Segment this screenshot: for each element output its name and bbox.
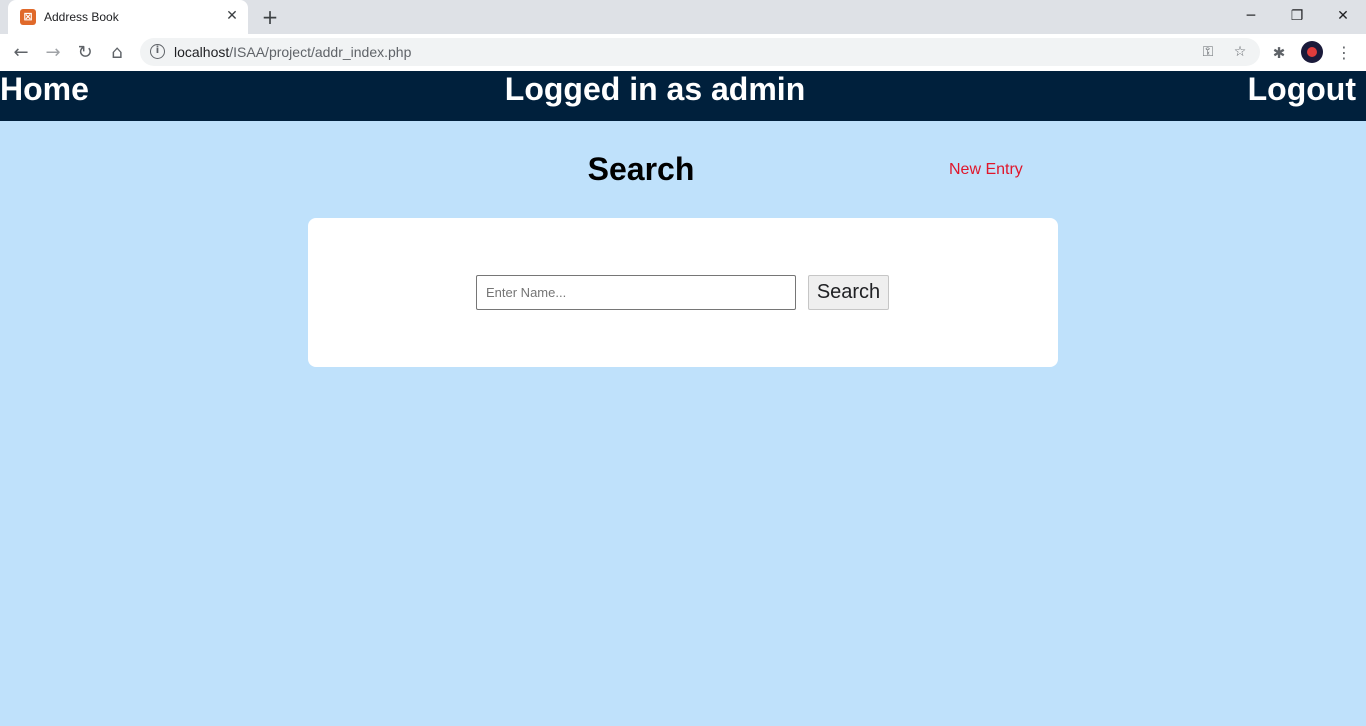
home-icon[interactable]: ⌂ xyxy=(104,40,130,66)
logout-link[interactable]: Logout xyxy=(1248,71,1356,107)
bookmark-star-icon[interactable]: ☆ xyxy=(1230,42,1250,62)
reload-icon[interactable]: ↻ xyxy=(72,40,98,66)
close-tab-icon[interactable]: ✕ xyxy=(224,8,240,24)
restore-window-icon[interactable]: ❐ xyxy=(1274,2,1320,30)
login-status: Logged in as admin xyxy=(504,71,806,107)
tab-title: Address Book xyxy=(44,10,119,24)
page-title: Search xyxy=(587,151,695,187)
browser-toolbar: ← → ↻ ⌂ i localhost/ISAA/project/addr_in… xyxy=(0,34,1366,71)
url-host: localhost xyxy=(174,44,230,60)
new-tab-icon[interactable]: + xyxy=(258,6,282,28)
search-card: Search xyxy=(308,218,1058,367)
url-path: /ISAA/project/addr_index.php xyxy=(229,44,412,60)
xampp-icon: ⊠ xyxy=(20,9,36,25)
address-bar[interactable]: i localhost/ISAA/project/addr_index.php … xyxy=(140,38,1260,66)
close-window-icon[interactable]: ✕ xyxy=(1320,2,1366,30)
minimize-window-icon[interactable]: ─ xyxy=(1228,2,1274,30)
search-button[interactable]: Search xyxy=(808,275,889,310)
extensions-puzzle-icon[interactable]: ✱ xyxy=(1268,42,1290,64)
browser-tab-address-book[interactable]: ⊠ Address Book ✕ xyxy=(8,0,248,34)
browser-menu-icon[interactable]: ⋮ xyxy=(1334,40,1354,66)
new-entry-link[interactable]: New Entry xyxy=(949,160,1023,180)
search-name-input[interactable] xyxy=(476,275,796,310)
site-header: Home Logged in as admin Logout xyxy=(0,71,1366,121)
back-arrow-icon[interactable]: ← xyxy=(8,40,34,66)
forward-arrow-icon[interactable]: → xyxy=(40,40,66,66)
url-text[interactable]: localhost/ISAA/project/addr_index.php xyxy=(174,44,411,60)
browser-tabstrip: ⊠ Address Book ✕ + ─ ❐ ✕ xyxy=(0,0,1366,34)
site-info-icon[interactable]: i xyxy=(150,44,165,59)
key-icon[interactable]: ⚿ xyxy=(1198,42,1218,62)
profile-avatar[interactable] xyxy=(1301,41,1323,63)
